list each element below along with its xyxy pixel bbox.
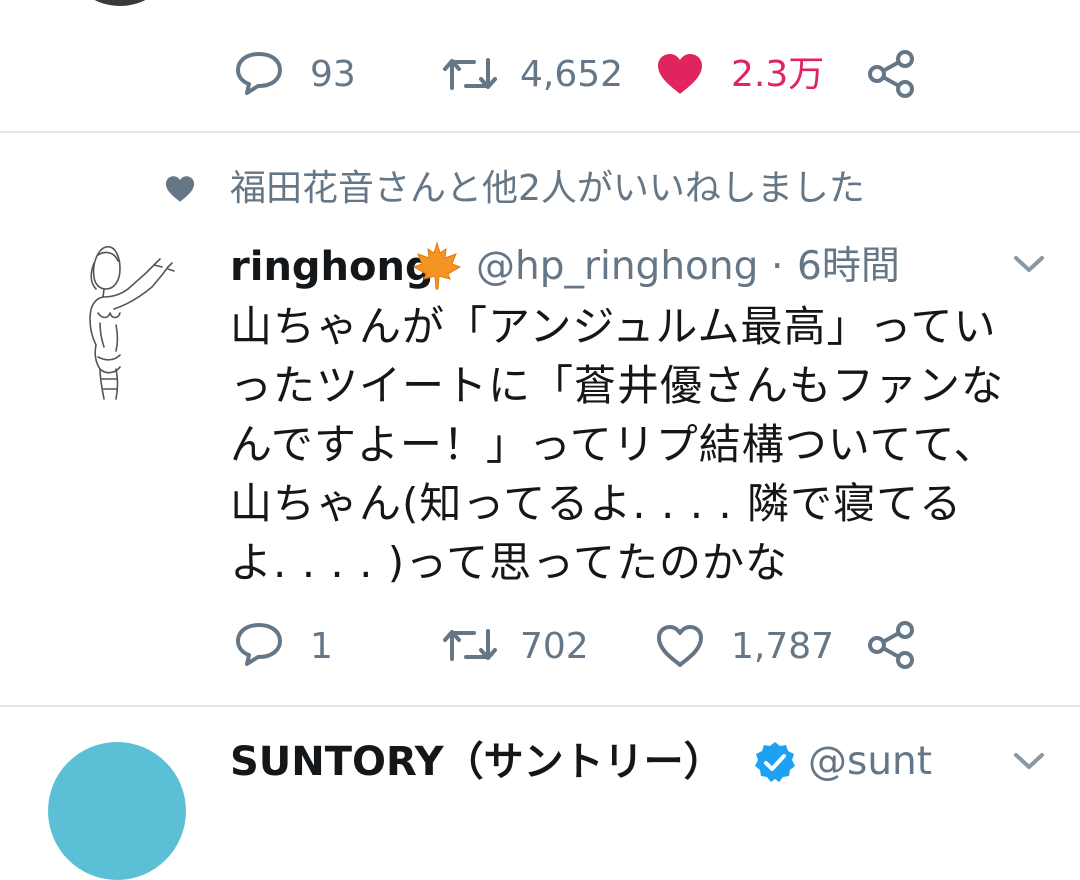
verified-badge-icon	[752, 740, 798, 786]
prev-tweet-avatar[interactable]	[70, 0, 170, 6]
social-context[interactable]: 福田花音さんと他2人がいいねしました	[230, 171, 865, 207]
retweet-icon[interactable]	[442, 625, 498, 665]
tweet-text: 山ちゃんが「アンジュルム最高」ってい ったツイートに「蒼井優さんもファンな んで…	[230, 297, 1070, 592]
chevron-down-icon[interactable]	[1012, 253, 1046, 275]
tweet-divider	[0, 705, 1080, 707]
tweet-text-line: よ. . . . )って思ってたのかな	[230, 538, 788, 587]
display-name[interactable]: ringhong	[230, 247, 434, 287]
tweet[interactable]: 福田花音さんと他2人がいいねしました ringhong @hp_ringhong…	[0, 133, 1080, 707]
heart-icon[interactable]	[655, 51, 705, 97]
tweet-text-line: ったツイートに「蒼井優さんもファンな	[230, 361, 1005, 410]
reply-icon[interactable]	[234, 621, 284, 667]
user-handle[interactable]: @hp_ringhong	[476, 247, 758, 286]
next-tweet-avatar[interactable]	[48, 742, 186, 880]
like-count: 2.3万	[731, 54, 825, 95]
prev-tweet-actions: 93 4,652 2.3万	[0, 48, 1080, 104]
share-icon[interactable]	[866, 50, 916, 98]
avatar[interactable]	[70, 233, 190, 403]
tweet-time[interactable]: 6時間	[797, 247, 900, 286]
heart-icon[interactable]	[655, 623, 705, 669]
chevron-down-icon[interactable]	[1012, 750, 1046, 772]
separator-dot: ·	[771, 244, 784, 289]
next-tweet-handle[interactable]: @sunt	[808, 742, 932, 781]
prev-tweet-text-fragment	[232, 0, 452, 4]
reply-icon[interactable]	[234, 50, 284, 96]
reply-count: 93	[310, 54, 356, 95]
tweet-text-line: んですよー！」ってリプ結構ついてて、	[230, 420, 997, 469]
retweet-count: 702	[520, 626, 589, 667]
reply-count: 1	[310, 626, 333, 667]
share-icon[interactable]	[866, 621, 916, 669]
like-count: 1,787	[731, 626, 835, 667]
tweet-text-line: 山ちゃん(知ってるよ. . . . 隣で寝てる	[230, 479, 963, 528]
retweet-icon[interactable]	[442, 54, 498, 94]
tweet-text-line: 山ちゃんが「アンジュルム最高」ってい	[230, 302, 997, 351]
maple-leaf-icon	[412, 241, 462, 291]
retweet-count: 4,652	[520, 54, 624, 95]
heart-icon	[164, 174, 196, 204]
next-tweet-display-name[interactable]: SUNTORY（サントリー）	[230, 742, 724, 782]
